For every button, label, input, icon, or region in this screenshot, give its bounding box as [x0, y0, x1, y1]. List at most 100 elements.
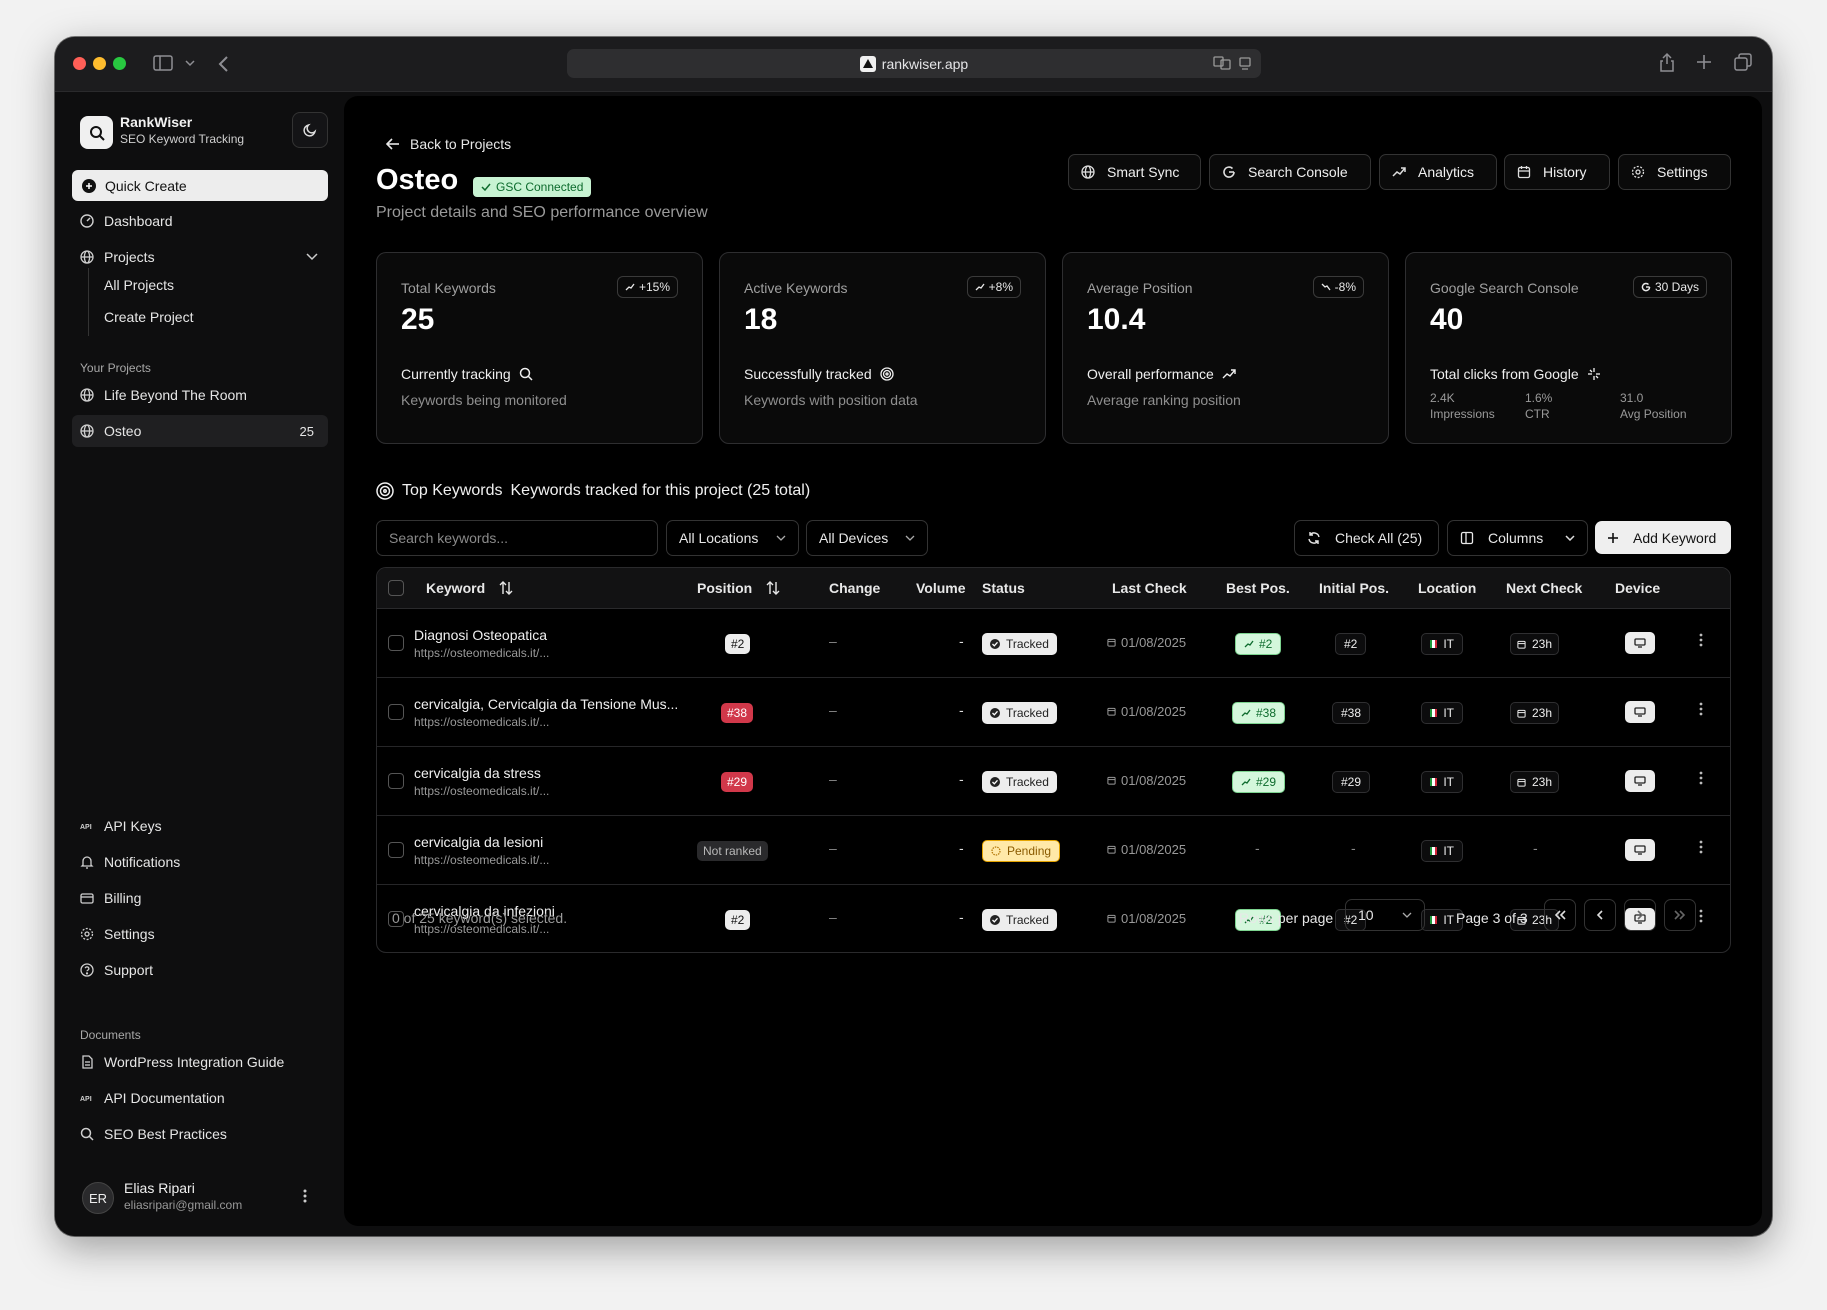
stat-label: Google Search Console: [1430, 280, 1579, 296]
share-icon[interactable]: [1659, 52, 1675, 72]
sidebar-item-settings[interactable]: Settings: [72, 918, 328, 950]
close-window-button[interactable]: [73, 57, 86, 70]
table-row[interactable]: Diagnosi Osteopatica https://osteomedical…: [377, 609, 1730, 678]
period-badge: 30 Days: [1632, 276, 1707, 298]
zoom-window-button[interactable]: [113, 57, 126, 70]
sidebar-item-notifications[interactable]: Notifications: [72, 846, 328, 878]
sidebar-item-billing[interactable]: Billing: [72, 882, 328, 914]
columns-dropdown[interactable]: Columns: [1447, 520, 1588, 556]
row-actions-icon[interactable]: [1699, 702, 1703, 716]
avatar[interactable]: ER: [82, 1182, 114, 1214]
sidebar-item-project[interactable]: Life Beyond The Room: [72, 379, 328, 411]
add-keyword-button[interactable]: Add Keyword: [1595, 521, 1731, 554]
keyword-url[interactable]: https://osteomedicals.it/...: [414, 646, 549, 660]
sidebar-item-create-project[interactable]: Create Project: [104, 309, 193, 325]
row-actions-icon[interactable]: [1699, 771, 1703, 785]
new-tab-icon[interactable]: [1696, 54, 1712, 70]
calendar-icon: [1517, 778, 1526, 787]
location-badge: IT: [1421, 840, 1463, 862]
sidebar-item-project-active[interactable]: Osteo 25: [72, 415, 328, 447]
sidebar-item-label: Life Beyond The Room: [104, 387, 247, 403]
row-checkbox[interactable]: [388, 842, 404, 858]
device-desktop-button[interactable]: [1625, 632, 1655, 654]
device-desktop-button[interactable]: [1625, 701, 1655, 723]
sidebar-item-all-projects[interactable]: All Projects: [104, 277, 174, 293]
row-actions-icon[interactable]: [1699, 633, 1703, 647]
column-header-next-check[interactable]: Next Check: [1506, 580, 1582, 596]
sidebar-item-label: WordPress Integration Guide: [104, 1054, 285, 1070]
settings-button[interactable]: Settings: [1618, 154, 1731, 190]
globe-icon: [80, 424, 94, 438]
user-menu-icon[interactable]: [303, 1189, 307, 1203]
translate-icon[interactable]: [1213, 56, 1231, 70]
select-all-checkbox[interactable]: [388, 580, 404, 596]
row-checkbox[interactable]: [388, 773, 404, 789]
keyword-url[interactable]: https://osteomedicals.it/...: [414, 784, 549, 798]
rows-per-page-select[interactable]: 10: [1345, 899, 1425, 931]
chevron-down-icon: [306, 253, 318, 261]
sidebar-item-doc-api[interactable]: API API Documentation: [72, 1082, 328, 1114]
subnav-line: [88, 268, 89, 336]
column-header-best-pos[interactable]: Best Pos.: [1226, 580, 1290, 596]
previous-page-button[interactable]: [1584, 899, 1616, 931]
device-desktop-button[interactable]: [1625, 839, 1655, 861]
quick-create-button[interactable]: Quick Create: [72, 170, 328, 201]
keyword-text[interactable]: cervicalgia da stress: [414, 765, 686, 781]
column-header-last-check[interactable]: Last Check: [1112, 580, 1187, 596]
stat-value: 18: [744, 303, 778, 336]
minimize-window-button[interactable]: [93, 57, 106, 70]
brand-logo-search-icon[interactable]: [80, 116, 113, 149]
location-filter-dropdown[interactable]: All Locations: [666, 520, 799, 556]
sidebar: RankWiser SEO Keyword Tracking Quick Cre…: [55, 92, 343, 1236]
browser-back-icon[interactable]: [217, 55, 229, 73]
row-actions-icon[interactable]: [1699, 909, 1703, 923]
check-all-button[interactable]: Check All (25): [1294, 520, 1439, 556]
sidebar-toggle-icon[interactable]: [153, 54, 173, 72]
gsc-connected-badge: GSC Connected: [473, 177, 592, 197]
location-label: IT: [1443, 706, 1454, 720]
row-checkbox[interactable]: [388, 635, 404, 651]
row-actions-icon[interactable]: [1699, 840, 1703, 854]
sidebar-item-projects[interactable]: Projects: [72, 241, 328, 273]
column-header-keyword[interactable]: Keyword: [426, 580, 513, 596]
keyword-text[interactable]: cervicalgia da lesioni: [414, 834, 686, 850]
column-header-position[interactable]: Position: [697, 580, 780, 596]
history-button[interactable]: History: [1504, 154, 1610, 190]
search-console-button[interactable]: Search Console: [1209, 154, 1371, 190]
sidebar-item-dashboard[interactable]: Dashboard: [72, 205, 328, 237]
tab-overview-icon[interactable]: [1734, 53, 1752, 71]
first-page-button[interactable]: [1544, 899, 1576, 931]
address-bar[interactable]: rankwiser.app: [567, 49, 1261, 78]
column-header-device[interactable]: Device: [1615, 580, 1660, 596]
reader-icon[interactable]: [1239, 57, 1251, 70]
theme-toggle-button[interactable]: [292, 112, 328, 148]
table-row[interactable]: cervicalgia da lesioni https://osteomedic…: [377, 816, 1730, 885]
row-checkbox[interactable]: [388, 704, 404, 720]
globe-icon: [80, 250, 94, 264]
keyword-url[interactable]: https://osteomedicals.it/...: [414, 715, 549, 729]
back-to-projects-link[interactable]: Back to Projects: [386, 136, 511, 152]
sidebar-item-support[interactable]: Support: [72, 954, 328, 986]
sidebar-item-api-keys[interactable]: API API Keys: [72, 810, 328, 842]
column-header-change[interactable]: Change: [829, 580, 880, 596]
column-header-status[interactable]: Status: [982, 580, 1025, 596]
search-input[interactable]: Search keywords...: [376, 520, 658, 556]
next-page-button[interactable]: [1624, 899, 1656, 931]
chevron-down-icon[interactable]: [185, 59, 195, 67]
device-desktop-button[interactable]: [1625, 770, 1655, 792]
sidebar-item-doc-wordpress[interactable]: WordPress Integration Guide: [72, 1046, 328, 1078]
column-header-volume[interactable]: Volume: [916, 580, 966, 596]
table-row[interactable]: cervicalgia, Cervicalgia da Tensione Mus…: [377, 678, 1730, 747]
last-page-button[interactable]: [1664, 899, 1696, 931]
analytics-button[interactable]: Analytics: [1379, 154, 1497, 190]
table-row[interactable]: cervicalgia da stress https://osteomedica…: [377, 747, 1730, 816]
initial-position-badge: #2: [1335, 633, 1367, 655]
keyword-text[interactable]: cervicalgia, Cervicalgia da Tensione Mus…: [414, 696, 686, 712]
smart-sync-button[interactable]: Smart Sync: [1068, 154, 1201, 190]
column-header-initial-pos[interactable]: Initial Pos.: [1319, 580, 1389, 596]
device-filter-dropdown[interactable]: All Devices: [806, 520, 928, 556]
column-header-location[interactable]: Location: [1418, 580, 1476, 596]
keyword-url[interactable]: https://osteomedicals.it/...: [414, 853, 549, 867]
keyword-text[interactable]: Diagnosi Osteopatica: [414, 627, 686, 643]
sidebar-item-doc-seo[interactable]: SEO Best Practices: [72, 1118, 328, 1150]
